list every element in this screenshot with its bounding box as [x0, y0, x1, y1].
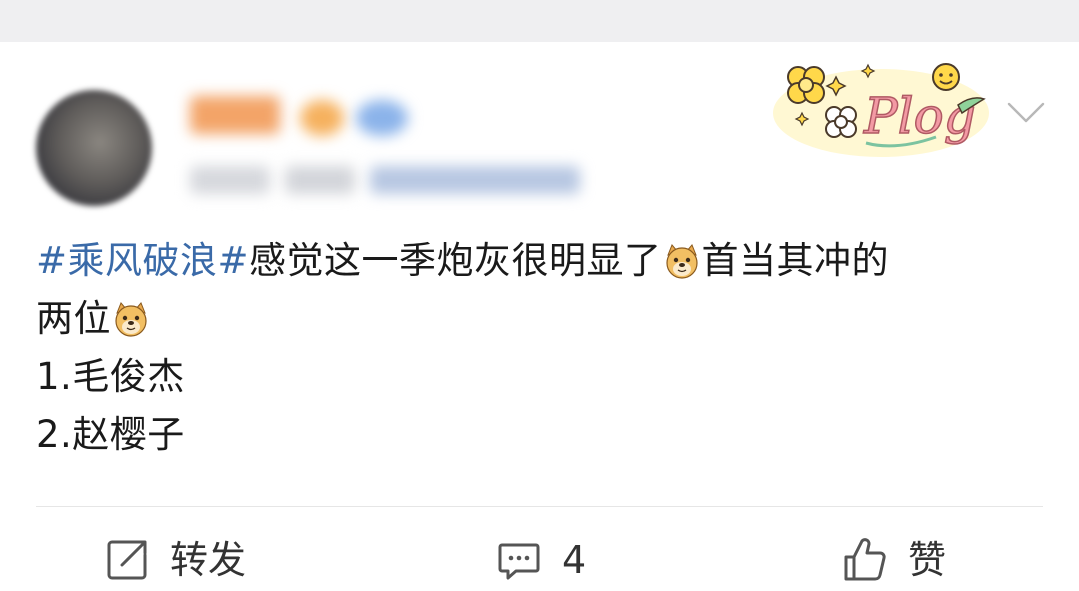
repost-icon [107, 540, 147, 580]
chevron-down-icon[interactable] [1006, 100, 1046, 126]
plog-text: Plog [863, 87, 976, 145]
post-line-1: #乘风破浪#感觉这一季炮灰很明显了 首当其冲的 [36, 232, 1056, 290]
username-blurred[interactable] [190, 96, 280, 134]
comment-button[interactable]: 4 [496, 530, 586, 590]
thumbs-up-icon [844, 538, 886, 581]
action-bar-divider [36, 506, 1043, 507]
flower-icon [825, 106, 857, 138]
smiley-icon [932, 63, 960, 91]
plog-sticker: Plog [773, 63, 989, 157]
topic-hashtag-link[interactable]: #乘风破浪# [36, 239, 249, 282]
user-avatar[interactable] [36, 90, 152, 206]
post-list-item-2: 2.赵樱子 [36, 413, 185, 456]
like-button[interactable]: 赞 [842, 530, 946, 590]
doge-emoji-icon [665, 244, 698, 279]
post-source-blurred[interactable] [370, 166, 580, 194]
post-time-blurred [190, 166, 270, 194]
post-text: #乘风破浪#感觉这一季炮灰很明显了 首当其冲的 两位 1.毛俊杰 2.赵樱子 [36, 232, 1056, 464]
member-badge-blurred [300, 100, 344, 136]
flower-icon [787, 66, 825, 104]
repost-button[interactable]: 转发 [104, 530, 246, 590]
post-line-2: 两位 [36, 290, 1056, 348]
doge-emoji-icon [115, 302, 147, 337]
post-text-segment: 感觉这一季炮灰很明显了 [249, 239, 662, 282]
top-separator-strip [0, 0, 1079, 42]
verified-badge-blurred [356, 100, 408, 136]
comment-icon [498, 543, 540, 580]
repost-label: 转发 [170, 538, 247, 582]
comment-count: 4 [562, 538, 587, 582]
post-text-segment: 首当其冲的 [701, 239, 890, 282]
post-list-item-1: 1.毛俊杰 [36, 355, 185, 398]
post-text-segment: 两位 [36, 297, 111, 340]
like-label: 赞 [908, 538, 947, 582]
post-source-label-blurred [285, 166, 355, 194]
